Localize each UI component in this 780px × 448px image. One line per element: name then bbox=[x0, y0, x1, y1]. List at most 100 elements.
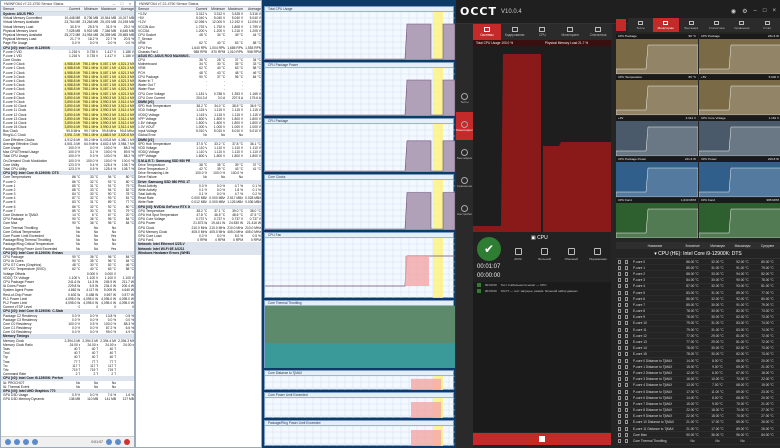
monitor-graph[interactable]: CPU Power 229.8 W bbox=[699, 157, 780, 197]
close-icon[interactable]: × bbox=[126, 1, 134, 6]
graph-checkbox[interactable] bbox=[625, 271, 628, 276]
graph-checkbox[interactable] bbox=[625, 346, 628, 351]
settings-icon[interactable] bbox=[115, 439, 121, 445]
rtab-stats[interactable]: Статистика bbox=[704, 18, 729, 32]
monitor-graph[interactable]: CPU Package 90 °C bbox=[616, 34, 698, 74]
option-instruction-set[interactable]: AVX2 bbox=[507, 248, 529, 261]
graph-checkbox[interactable] bbox=[625, 401, 628, 406]
graph-checkbox[interactable] bbox=[625, 284, 628, 289]
graph-checkbox[interactable] bbox=[625, 333, 628, 338]
tab-encoding[interactable]: Кодирования bbox=[501, 24, 529, 40]
network-icon[interactable] bbox=[23, 439, 29, 445]
col-average[interactable]: Average bbox=[116, 7, 134, 11]
col-sensor[interactable]: Sensor bbox=[1, 7, 63, 11]
col-name[interactable]: Название bbox=[630, 244, 680, 248]
graph-checkbox[interactable] bbox=[625, 414, 628, 419]
nav-settings[interactable]: Настройки bbox=[456, 196, 473, 224]
nav-benchmarks[interactable]: Бенчмарки bbox=[456, 140, 473, 168]
rtab-report[interactable]: Отчёт bbox=[755, 18, 780, 32]
graph-checkbox[interactable] bbox=[625, 302, 628, 307]
show-checkbox[interactable] bbox=[618, 389, 621, 394]
show-checkbox[interactable] bbox=[618, 408, 621, 413]
show-checkbox[interactable] bbox=[618, 370, 621, 375]
show-checkbox[interactable] bbox=[618, 284, 621, 289]
col-min[interactable]: Минимум bbox=[705, 244, 730, 248]
hamburger-menu-icon[interactable] bbox=[616, 19, 626, 31]
show-checkbox[interactable] bbox=[618, 321, 621, 326]
col-value[interactable]: Значение bbox=[680, 244, 705, 248]
rtab-tests[interactable]: Тесты bbox=[628, 18, 653, 32]
col-current[interactable]: Current bbox=[190, 7, 208, 11]
show-checkbox[interactable] bbox=[618, 271, 621, 276]
show-checkbox[interactable] bbox=[618, 309, 621, 314]
col-max[interactable]: Максимум bbox=[730, 244, 755, 248]
screenshot-icon[interactable]: ◉ bbox=[731, 8, 736, 15]
option-data-size[interactable]: Большой bbox=[534, 248, 556, 261]
tab-systems[interactable]: Системы bbox=[473, 24, 501, 40]
nav-left-icon[interactable] bbox=[5, 439, 11, 445]
graph-checkbox[interactable] bbox=[625, 370, 628, 375]
show-checkbox[interactable] bbox=[618, 426, 621, 431]
show-checkbox[interactable] bbox=[618, 290, 621, 295]
sensor-graph[interactable]: Package/Ring Power Limit Exceeded bbox=[264, 420, 455, 446]
show-checkbox[interactable] bbox=[618, 395, 621, 400]
col-average[interactable]: Average bbox=[243, 7, 261, 11]
col-minimum[interactable]: Minimum bbox=[207, 7, 225, 11]
col-minimum[interactable]: Minimum bbox=[80, 7, 98, 11]
monitor-graph[interactable]: CPU Fan2 988 RPM bbox=[699, 198, 780, 238]
graph-checkbox[interactable] bbox=[625, 352, 628, 357]
rtab-compare[interactable]: Сравнение bbox=[729, 18, 754, 32]
clock-icon[interactable] bbox=[106, 439, 112, 445]
table-row[interactable]: Core Thermal Throttling No No No bbox=[616, 438, 780, 445]
tab-cpu[interactable]: CPU bbox=[529, 24, 557, 40]
tab-stats[interactable]: Статистика bbox=[584, 24, 612, 40]
sensor-graph[interactable]: CPU Package Power bbox=[264, 62, 455, 116]
show-checkbox[interactable] bbox=[618, 377, 621, 382]
graph-checkbox[interactable] bbox=[625, 426, 628, 431]
monitor-graph[interactable]: CPU Package Power 241.6 W bbox=[616, 157, 698, 197]
close-icon[interactable]: × bbox=[772, 8, 776, 15]
graph-checkbox[interactable] bbox=[625, 408, 628, 413]
graph-checkbox[interactable] bbox=[625, 358, 628, 363]
monitor-graph[interactable]: CPU Core Voltage 1.181 V bbox=[699, 116, 780, 156]
graph-checkbox[interactable] bbox=[625, 265, 628, 270]
col-maximum[interactable]: Maximum bbox=[98, 7, 116, 11]
show-checkbox[interactable] bbox=[618, 420, 621, 425]
graph-checkbox[interactable] bbox=[625, 259, 628, 264]
graph-checkbox[interactable] bbox=[625, 309, 628, 314]
monitor-graph[interactable]: CPU Fan1 1,640 RPM bbox=[616, 198, 698, 238]
col-current[interactable]: Current bbox=[63, 7, 81, 11]
sensor-group-title[interactable]: ▾ CPU (HE): Intel Core i9-12900K: DTS bbox=[616, 249, 780, 259]
show-checkbox[interactable] bbox=[618, 346, 621, 351]
show-checkbox[interactable] bbox=[618, 327, 621, 332]
show-checkbox[interactable] bbox=[618, 340, 621, 345]
col-maximum[interactable]: Maximum bbox=[225, 7, 243, 11]
graph-checkbox[interactable] bbox=[625, 395, 628, 400]
graph-checkbox[interactable] bbox=[625, 383, 628, 388]
minimize-icon[interactable]: – bbox=[754, 8, 757, 15]
show-checkbox[interactable] bbox=[618, 296, 621, 301]
col-sensor[interactable]: Sensor bbox=[136, 7, 190, 11]
graph-checkbox[interactable] bbox=[625, 340, 628, 345]
close-sensors-icon[interactable] bbox=[124, 439, 130, 445]
sensor-graph[interactable]: Core Power Limit Exceeded bbox=[264, 392, 455, 418]
show-checkbox[interactable] bbox=[618, 259, 621, 264]
graph-checkbox[interactable] bbox=[625, 420, 628, 425]
monitor-graph[interactable]: +5V 5.040 V bbox=[699, 75, 780, 115]
show-checkbox[interactable] bbox=[618, 383, 621, 388]
show-checkbox[interactable] bbox=[618, 333, 621, 338]
sensor-graph[interactable]: Core Distance to TjMAX bbox=[264, 370, 455, 390]
show-checkbox[interactable] bbox=[618, 364, 621, 369]
graph-checkbox[interactable] bbox=[625, 315, 628, 320]
nav-right-icon[interactable] bbox=[14, 439, 20, 445]
graph-checkbox[interactable] bbox=[625, 439, 628, 444]
sensor-graph[interactable]: Core Thermal Throttling bbox=[264, 300, 455, 368]
nav-compare[interactable]: Сравнение bbox=[456, 168, 473, 196]
nav-tests[interactable]: Тесты bbox=[456, 84, 473, 112]
sensor-graph[interactable]: CPU Fan bbox=[264, 232, 455, 298]
option-load-type[interactable]: Переменная bbox=[587, 248, 609, 261]
monitor-graph[interactable]: CPU Temperature 86 °C bbox=[616, 75, 698, 115]
settings-gear-icon[interactable]: ⚙ bbox=[742, 8, 747, 15]
sensor-graph[interactable]: CPU Package bbox=[264, 118, 455, 172]
sensor-row[interactable]: GPU D3D Memory Dynamic 138 MB 110 MB 141 MB… bbox=[1, 397, 134, 401]
